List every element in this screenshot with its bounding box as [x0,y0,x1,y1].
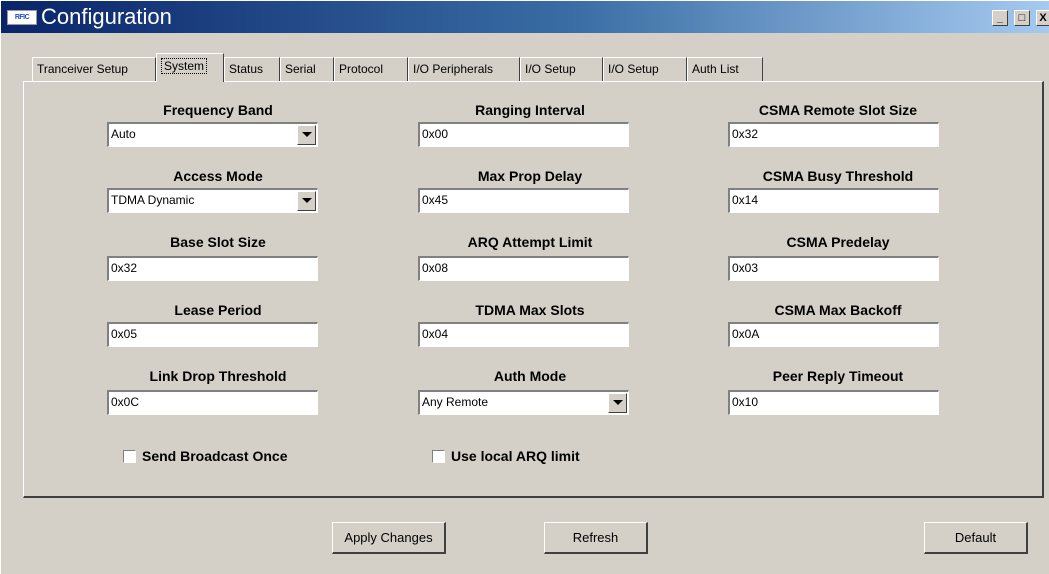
link-drop-threshold-label: Link Drop Threshold [149,368,287,384]
tab-auth-list[interactable]: Auth List [687,57,763,81]
app-icon: RFIC [7,10,37,25]
chevron-down-icon[interactable] [297,191,316,211]
csma-predelay-input[interactable]: 0x03 [728,256,939,281]
tab-io-peripherals[interactable]: I/O Peripherals [408,57,520,81]
csma-busy-threshold-input[interactable]: 0x14 [728,188,939,213]
csma-remote-slot-size-label: CSMA Remote Slot Size [758,102,918,118]
tab-serial[interactable]: Serial [280,57,334,81]
tab-label: I/O Setup [608,62,659,76]
ranging-interval-label: Ranging Interval [475,102,585,118]
tdma-max-slots-label: TDMA Max Slots [475,302,585,318]
peer-reply-timeout-label: Peer Reply Timeout [772,368,904,384]
frequency-band-select[interactable]: Auto [107,122,318,147]
use-local-arq-limit-checkbox[interactable] [432,450,445,463]
ranging-interval-input[interactable]: 0x00 [418,122,629,147]
tab-label: Auth List [692,62,739,76]
csma-remote-slot-size-input[interactable]: 0x32 [728,122,939,147]
max-prop-delay-input[interactable]: 0x45 [418,188,629,213]
base-slot-size-input[interactable]: 0x32 [107,256,318,281]
auth-mode-label: Auth Mode [493,368,567,384]
tab-label: Protocol [339,62,384,76]
access-mode-select[interactable]: TDMA Dynamic [107,188,318,213]
auth-mode-value: Any Remote [422,395,489,409]
tab-label: Serial [285,62,316,76]
default-button[interactable]: Default [924,522,1028,554]
tab-io-setup-1[interactable]: I/O Setup [520,57,603,81]
system-tab-panel: Frequency Band Auto Access Mode TDMA Dyn… [23,81,1044,498]
maximize-button[interactable]: □ [1014,10,1030,26]
csma-max-backoff-label: CSMA Max Backoff [774,302,902,318]
tab-label: System [161,58,208,74]
access-mode-label: Access Mode [173,168,263,184]
close-button[interactable]: X [1036,10,1049,26]
tab-label: Status [229,62,264,76]
max-prop-delay-label: Max Prop Delay [477,168,583,184]
title-bar[interactable]: RFIC Configuration _ □ X [1,1,1049,33]
lease-period-input[interactable]: 0x05 [107,322,318,347]
access-mode-value: TDMA Dynamic [111,193,195,207]
tab-protocol[interactable]: Protocol [334,57,408,81]
peer-reply-timeout-input[interactable]: 0x10 [728,390,939,415]
frequency-band-label: Frequency Band [163,102,273,118]
tab-status[interactable]: Status [224,57,280,81]
refresh-button[interactable]: Refresh [544,522,648,554]
frequency-band-value: Auto [111,127,136,141]
send-broadcast-once-label[interactable]: Send Broadcast Once [142,448,288,464]
tab-label: Tranceiver Setup [37,62,128,76]
send-broadcast-once-checkbox[interactable] [123,450,136,463]
tab-label: I/O Peripherals [413,62,494,76]
tab-tranceiver-setup[interactable]: Tranceiver Setup [32,57,156,81]
tab-io-setup-2[interactable]: I/O Setup [603,57,687,81]
tab-system[interactable]: System [156,53,224,82]
chevron-down-icon[interactable] [297,125,316,145]
minimize-button[interactable]: _ [992,10,1008,26]
use-local-arq-limit-label[interactable]: Use local ARQ limit [451,448,580,464]
link-drop-threshold-input[interactable]: 0x0C [107,390,318,415]
auth-mode-select[interactable]: Any Remote [418,390,629,415]
csma-predelay-label: CSMA Predelay [786,234,890,250]
apply-changes-button[interactable]: Apply Changes [332,522,446,554]
lease-period-label: Lease Period [174,302,262,318]
csma-busy-threshold-label: CSMA Busy Threshold [762,168,914,184]
arq-attempt-limit-label: ARQ Attempt Limit [467,234,593,250]
tdma-max-slots-input[interactable]: 0x04 [418,322,629,347]
tab-label: I/O Setup [525,62,576,76]
chevron-down-icon[interactable] [608,393,627,413]
window-title: Configuration [41,4,172,29]
csma-max-backoff-input[interactable]: 0x0A [728,322,939,347]
configuration-window: RFIC Configuration _ □ X Tranceiver Setu… [0,0,1049,574]
arq-attempt-limit-input[interactable]: 0x08 [418,256,629,281]
base-slot-size-label: Base Slot Size [170,234,266,250]
